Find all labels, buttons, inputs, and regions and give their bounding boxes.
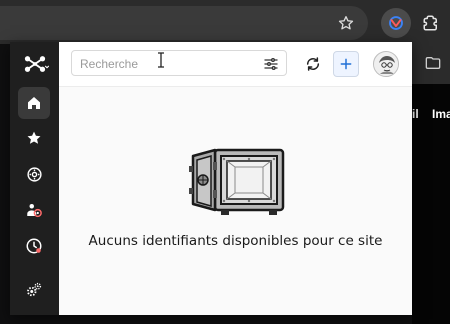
open-safe-icon <box>187 142 287 222</box>
puzzle-icon[interactable] <box>418 10 444 36</box>
text-cursor-icon <box>156 52 168 70</box>
sidebar-item-security[interactable] <box>18 230 50 262</box>
refresh-icon <box>306 57 320 71</box>
dice-icon <box>26 166 42 182</box>
main-panel: Aucuns identifiants disponibles pour ce … <box>59 42 412 315</box>
sidebar <box>10 42 59 315</box>
gears-icon <box>27 282 42 297</box>
sidebar-item-settings[interactable] <box>18 274 50 306</box>
address-bar[interactable] <box>0 6 368 40</box>
sidebar-item-home[interactable] <box>18 87 50 119</box>
star-icon <box>27 131 41 144</box>
add-button[interactable] <box>333 51 359 77</box>
extension-popup: Aucuns identifiants disponibles pour ce … <box>10 42 412 315</box>
bookmark-star-icon[interactable] <box>336 13 356 33</box>
avatar[interactable] <box>373 51 399 77</box>
home-icon <box>28 97 40 109</box>
extension-logo-icon <box>389 16 403 30</box>
popup-toolbar <box>59 42 412 87</box>
plus-icon <box>340 58 352 70</box>
empty-state-message: Aucuns identifiants disponibles pour ce … <box>88 233 383 249</box>
logo-icon <box>24 56 49 72</box>
sliders-icon[interactable] <box>262 55 280 73</box>
sidebar-item-generator[interactable] <box>18 158 50 190</box>
users-icon <box>27 204 42 218</box>
browser-toolbar <box>0 0 450 44</box>
refresh-button[interactable] <box>302 53 324 75</box>
page-text-fragment: Ima <box>432 107 450 121</box>
search-box[interactable] <box>71 50 287 76</box>
sidebar-item-favorites[interactable] <box>18 122 50 154</box>
logo-menu-button[interactable] <box>10 42 59 86</box>
browser-window: il Ima Recherche Aucuns identifiants dis… <box>0 0 450 324</box>
shield-clock-icon <box>26 238 42 254</box>
folder-icon[interactable] <box>425 56 441 70</box>
page-text-fragment: il <box>412 107 419 121</box>
sidebar-item-sharing[interactable] <box>18 194 50 226</box>
extension-button[interactable] <box>381 8 411 38</box>
